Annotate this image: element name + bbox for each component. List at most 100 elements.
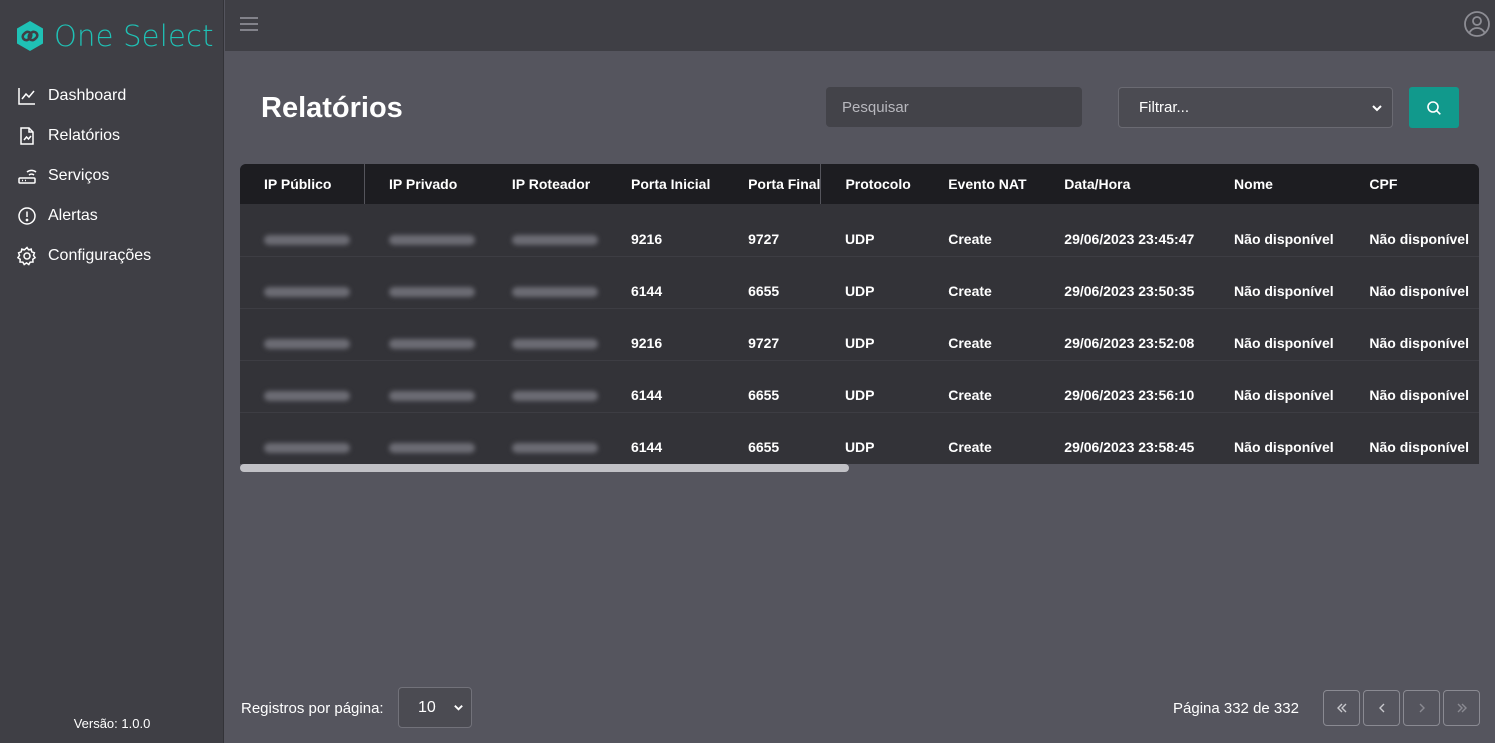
column-header-ip-roteador[interactable]: IP Roteador: [488, 164, 607, 204]
search-input[interactable]: [826, 87, 1082, 127]
cell-nome: Não disponível: [1234, 230, 1334, 247]
sidebar: One Select Dashboard Relatórios Serviços: [0, 0, 224, 743]
redacted-value: [264, 391, 350, 402]
cell-ip-privado: [365, 308, 488, 360]
chevron-down-icon: [1372, 105, 1382, 112]
cell-protocolo: UDP: [844, 230, 875, 247]
cell-nome: Não disponível: [1234, 283, 1334, 299]
cell-cpf: Não disponível: [1369, 387, 1469, 403]
brand[interactable]: One Select: [0, 0, 223, 72]
cell-evento-nat: Create: [948, 283, 992, 299]
page-info: Página 332 de 332: [1173, 700, 1299, 717]
cell-cpf: Não disponível: [1369, 230, 1469, 247]
table-row[interactable]: 6144 6655 UDP Create 29/06/2023 23:56:10…: [240, 360, 1479, 412]
cell-ip-publico: [240, 256, 365, 308]
rows-per-page-value: 10: [418, 698, 436, 716]
column-header-cpf[interactable]: CPF: [1345, 164, 1479, 204]
cell-evento-nat: Create: [948, 230, 992, 247]
redacted-value: [511, 391, 598, 402]
cell-protocolo: UDP: [844, 335, 875, 351]
cell-porta-final: 6655: [748, 387, 780, 403]
data-table: IP Público IP Privado IP Roteador Porta …: [240, 164, 1479, 464]
cell-nome: Não disponível: [1234, 387, 1334, 403]
column-header-protocolo[interactable]: Protocolo: [821, 164, 924, 204]
table-row[interactable]: 9216 9727 UDP Create 29/06/2023 23:52:08…: [240, 308, 1479, 360]
table-row[interactable]: 6144 6655 UDP Create 29/06/2023 23:50:35…: [240, 256, 1479, 308]
sidebar-item-relatorios[interactable]: Relatórios: [0, 116, 223, 156]
column-header-evento-nat[interactable]: Evento NAT: [924, 164, 1040, 204]
scrollbar-thumb[interactable]: [240, 464, 849, 472]
cell-porta-final: 6655: [748, 283, 780, 299]
column-header-data-hora[interactable]: Data/Hora: [1040, 164, 1210, 204]
cell-ip-publico: [240, 204, 365, 256]
sidebar-item-alertas[interactable]: Alertas: [0, 196, 223, 236]
redacted-value: [264, 339, 350, 350]
cell-protocolo: UDP: [844, 387, 875, 403]
column-header-porta-final[interactable]: Porta Final: [724, 164, 822, 204]
redacted-value: [388, 443, 475, 454]
table-horizontal-scrollbar[interactable]: [240, 464, 1479, 472]
cell-porta-inicial: 9216: [630, 335, 663, 351]
redacted-value: [511, 235, 598, 246]
brand-logo-icon: [17, 21, 43, 51]
last-page-button[interactable]: [1443, 690, 1480, 726]
redacted-value: [511, 287, 598, 298]
sidebar-item-label: Serviços: [48, 167, 110, 184]
cell-cpf: Não disponível: [1369, 335, 1469, 351]
column-header-porta-inicial[interactable]: Porta Inicial: [607, 164, 724, 204]
table-row[interactable]: 9216 9727 UDP Create 29/06/2023 23:45:47…: [240, 204, 1479, 256]
first-page-icon: [1336, 703, 1346, 713]
redacted-value: [511, 443, 598, 454]
sidebar-item-dashboard[interactable]: Dashboard: [0, 76, 223, 116]
filter-selected-value: Filtrar...: [1139, 99, 1190, 116]
cell-evento-nat: Create: [948, 335, 992, 351]
column-header-ip-privado[interactable]: IP Privado: [365, 164, 488, 204]
redacted-value: [511, 339, 598, 350]
sidebar-item-configuracoes[interactable]: Configurações: [0, 236, 223, 276]
sidebar-nav: Dashboard Relatórios Serviços Alertas Co…: [0, 72, 223, 276]
first-page-button[interactable]: [1323, 690, 1360, 726]
redacted-value: [388, 287, 475, 298]
cell-porta-inicial: 6144: [630, 387, 663, 403]
redacted-value: [388, 235, 475, 246]
chart-line-icon: [18, 88, 35, 105]
cell-ip-privado: [365, 412, 488, 464]
chevron-down-icon: [454, 705, 463, 711]
previous-page-button[interactable]: [1363, 690, 1400, 726]
sidebar-item-label: Dashboard: [48, 87, 127, 104]
cell-porta-final: 9727: [748, 230, 780, 247]
sidebar-item-servicos[interactable]: Serviços: [0, 156, 223, 196]
sidebar-item-label: Alertas: [48, 207, 98, 224]
topbar: [225, 0, 1495, 51]
cell-nome: Não disponível: [1234, 439, 1334, 455]
version-label: Versão: 1.0.0: [73, 716, 151, 731]
filter-select[interactable]: Filtrar...: [1118, 87, 1393, 128]
cell-ip-roteador: [488, 204, 607, 256]
cell-ip-publico: [240, 412, 365, 464]
cell-ip-publico: [240, 360, 365, 412]
rows-per-page-label: Registros por página:: [241, 700, 384, 717]
table-row[interactable]: 6144 6655 UDP Create 29/06/2023 23:58:45…: [240, 412, 1479, 464]
cell-porta-final: 9727: [748, 335, 780, 351]
cell-data-hora: 29/06/2023 23:45:47: [1064, 230, 1195, 247]
cell-porta-inicial: 9216: [630, 230, 663, 247]
cell-data-hora: 29/06/2023 23:58:45: [1064, 439, 1195, 455]
rows-per-page-select[interactable]: 10: [398, 687, 472, 728]
cell-data-hora: 29/06/2023 23:50:35: [1064, 283, 1195, 299]
search-button[interactable]: [1409, 87, 1459, 128]
cell-data-hora: 29/06/2023 23:52:08: [1064, 335, 1195, 351]
cell-protocolo: UDP: [844, 283, 875, 299]
column-header-nome[interactable]: Nome: [1210, 164, 1345, 204]
next-page-button[interactable]: [1403, 690, 1440, 726]
brand-name: One Select: [54, 19, 214, 53]
redacted-value: [388, 339, 475, 350]
last-page-icon: [1457, 703, 1467, 713]
column-header-ip-publico[interactable]: IP Público: [240, 164, 366, 204]
sidebar-item-label: Relatórios: [48, 127, 121, 144]
hamburger-icon[interactable]: [238, 13, 260, 35]
redacted-value: [264, 235, 350, 246]
user-circle-icon[interactable]: [1463, 10, 1491, 38]
page-title: Relatórios: [261, 92, 403, 124]
redacted-value: [264, 287, 350, 298]
cell-ip-roteador: [488, 412, 607, 464]
